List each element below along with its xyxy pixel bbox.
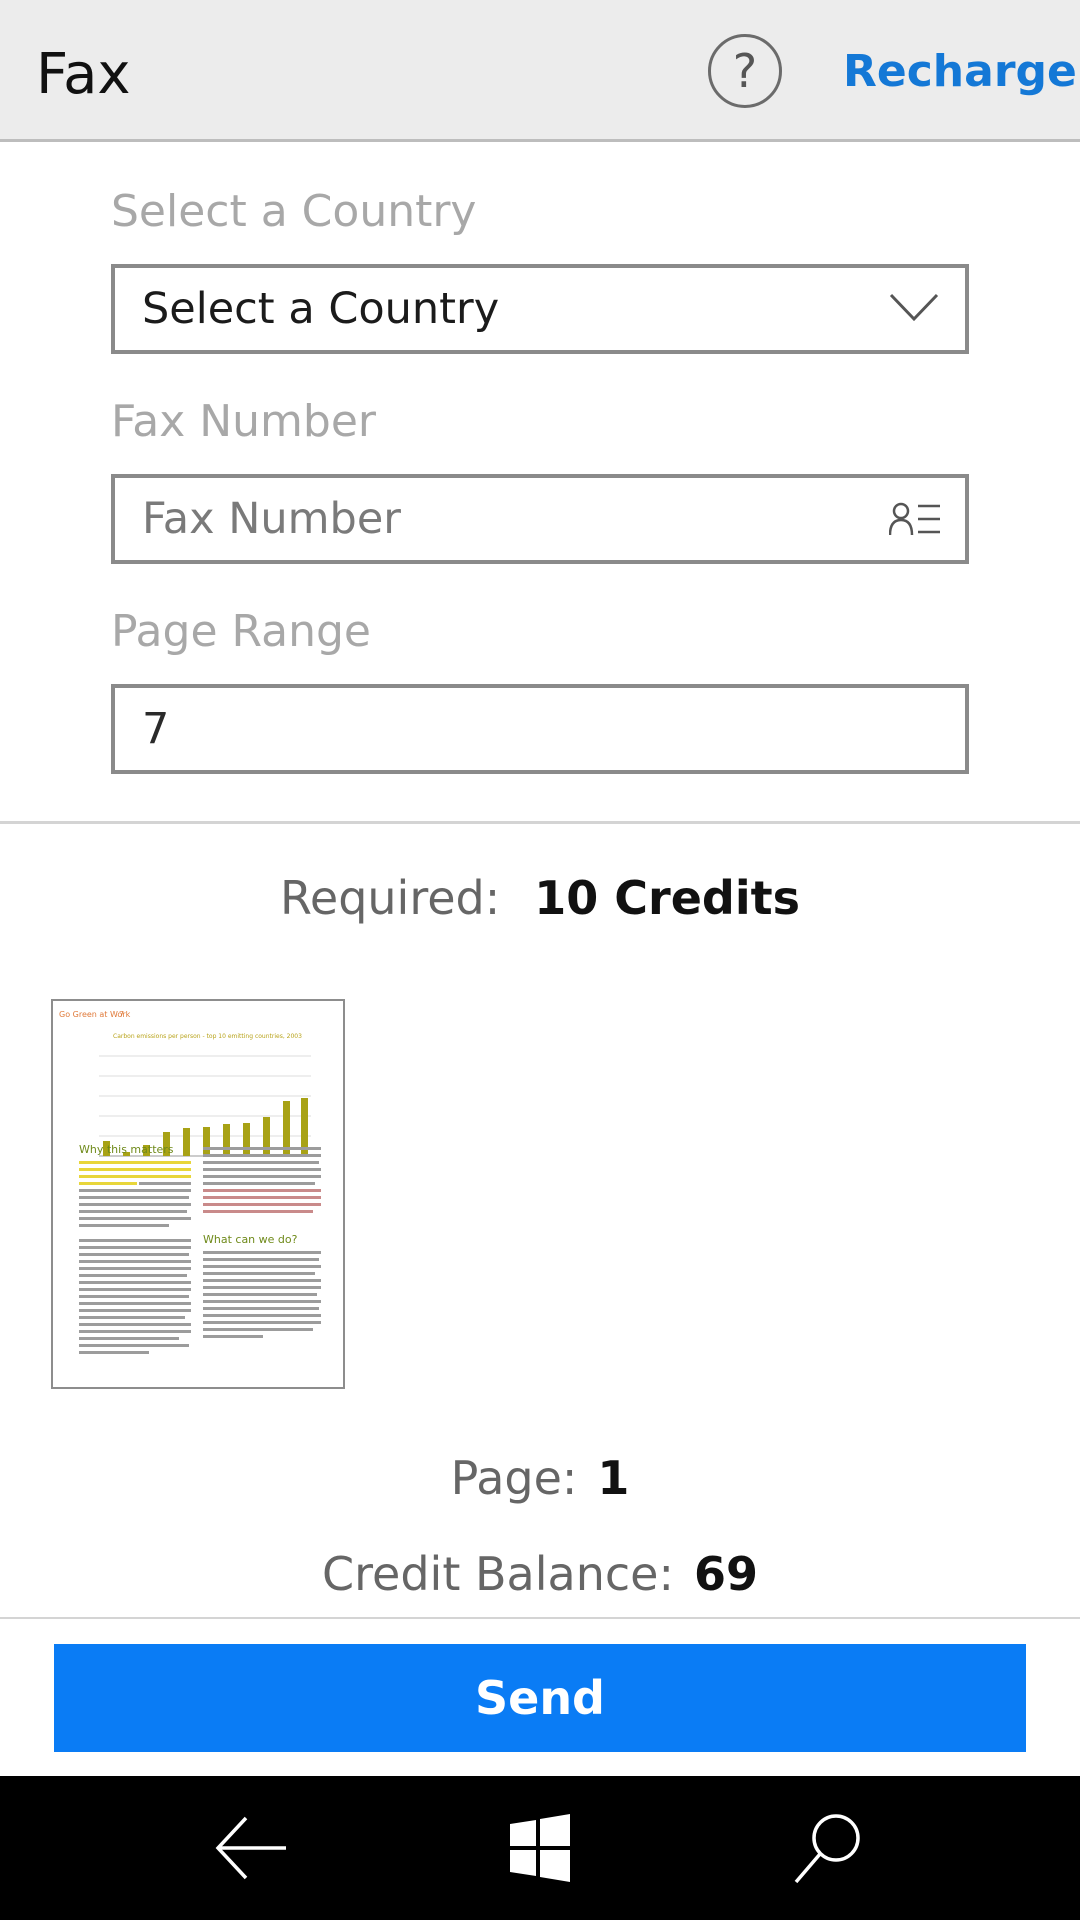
thumb-text-line xyxy=(139,1182,191,1185)
required-value: 10 Credits xyxy=(534,871,800,925)
thumb-text-line xyxy=(79,1161,191,1164)
thumb-text-line xyxy=(203,1300,321,1303)
send-button[interactable]: Send xyxy=(54,1644,1026,1752)
thumb-text-line xyxy=(203,1203,321,1206)
required-credits: Required: 10 Credits xyxy=(0,868,1080,928)
fax-number-field[interactable]: Fax Number xyxy=(111,474,969,564)
thumb-text-line xyxy=(203,1182,315,1185)
windows-icon[interactable] xyxy=(500,1808,580,1888)
thumb-page-number: 7 xyxy=(119,1010,125,1019)
search-icon[interactable] xyxy=(788,1808,868,1888)
thumb-text-line xyxy=(203,1147,321,1150)
divider xyxy=(0,1617,1080,1619)
country-dropdown[interactable]: Select a Country xyxy=(111,264,969,354)
thumb-text-line xyxy=(79,1295,189,1298)
back-arrow-icon[interactable] xyxy=(212,1808,292,1888)
page-range-field[interactable]: 7 xyxy=(111,684,969,774)
thumb-text-line xyxy=(203,1279,321,1282)
credit-balance: Credit Balance: 69 xyxy=(0,1544,1080,1604)
page-range-value: 7 xyxy=(142,704,170,754)
thumb-text-line xyxy=(203,1258,319,1261)
thumb-text-line xyxy=(79,1175,191,1178)
thumb-text-line xyxy=(203,1210,313,1213)
thumb-text-line xyxy=(79,1351,149,1354)
page-label: Page: xyxy=(450,1451,578,1505)
thumb-chart-title: Carbon emissions per person - top 10 emi… xyxy=(113,1033,302,1040)
thumb-text-line xyxy=(203,1175,321,1178)
thumb-text-line xyxy=(203,1328,313,1331)
page-thumbnail[interactable]: Go Green at Work 7 Carbon emissions per … xyxy=(51,999,345,1389)
fax-number-placeholder: Fax Number xyxy=(142,494,401,544)
thumb-text-line xyxy=(203,1321,321,1324)
thumb-text-line xyxy=(203,1335,263,1338)
thumb-text-line xyxy=(79,1224,169,1227)
thumb-text-line xyxy=(79,1253,189,1256)
thumb-text-line xyxy=(79,1288,191,1291)
balance-value: 69 xyxy=(693,1547,758,1601)
thumb-text-line xyxy=(79,1302,191,1305)
thumb-text-line xyxy=(79,1168,191,1171)
thumb-text-line xyxy=(79,1337,179,1340)
thumb-text-line xyxy=(203,1251,321,1254)
thumb-heading-2: What can we do? xyxy=(203,1233,298,1246)
thumb-text-line xyxy=(203,1196,321,1199)
thumb-text-line xyxy=(203,1286,321,1289)
balance-label: Credit Balance: xyxy=(322,1547,674,1601)
thumb-text-line xyxy=(79,1260,191,1263)
divider xyxy=(0,821,1080,824)
recharge-link[interactable]: Recharge xyxy=(843,43,1077,101)
page-indicator: Page: 1 xyxy=(0,1448,1080,1508)
thumb-text-line xyxy=(79,1239,191,1242)
page-title: Fax xyxy=(36,42,131,107)
page-value: 1 xyxy=(597,1451,630,1505)
fax-number-label: Fax Number xyxy=(111,396,377,447)
thumb-heading-1: Why this matters xyxy=(79,1143,174,1156)
thumb-text-line xyxy=(79,1203,191,1206)
thumb-text-line xyxy=(79,1281,191,1284)
thumb-text-line xyxy=(203,1272,315,1275)
thumb-text-line xyxy=(79,1309,191,1312)
help-button[interactable]: ? xyxy=(708,34,782,108)
thumb-text-line xyxy=(79,1189,191,1192)
country-selected-value: Select a Country xyxy=(142,284,500,334)
thumb-text-line xyxy=(79,1196,189,1199)
contacts-icon[interactable] xyxy=(889,502,941,536)
thumb-text-line xyxy=(203,1307,319,1310)
thumb-text-line xyxy=(203,1314,321,1317)
thumb-text-line xyxy=(79,1274,187,1277)
thumb-text-line xyxy=(203,1161,319,1164)
required-label: Required: xyxy=(280,871,501,925)
thumb-text-line xyxy=(79,1323,191,1326)
system-nav-bar xyxy=(0,1776,1080,1920)
thumb-text-line xyxy=(79,1217,191,1220)
thumb-text-line xyxy=(79,1316,185,1319)
thumb-text-line xyxy=(203,1265,321,1268)
thumb-text-line xyxy=(79,1330,191,1333)
thumb-text-line xyxy=(203,1293,317,1296)
page-range-label: Page Range xyxy=(111,606,371,657)
country-label: Select a Country xyxy=(111,186,477,237)
thumb-text-line xyxy=(79,1182,137,1185)
thumb-text-line xyxy=(203,1168,321,1171)
thumb-text-line xyxy=(79,1246,191,1249)
thumb-text-line xyxy=(203,1154,321,1157)
thumb-text-line xyxy=(79,1210,187,1213)
thumb-text-line xyxy=(79,1267,191,1270)
thumb-text-line xyxy=(79,1344,189,1347)
chevron-down-icon xyxy=(889,293,939,322)
thumb-text-line xyxy=(203,1189,321,1192)
